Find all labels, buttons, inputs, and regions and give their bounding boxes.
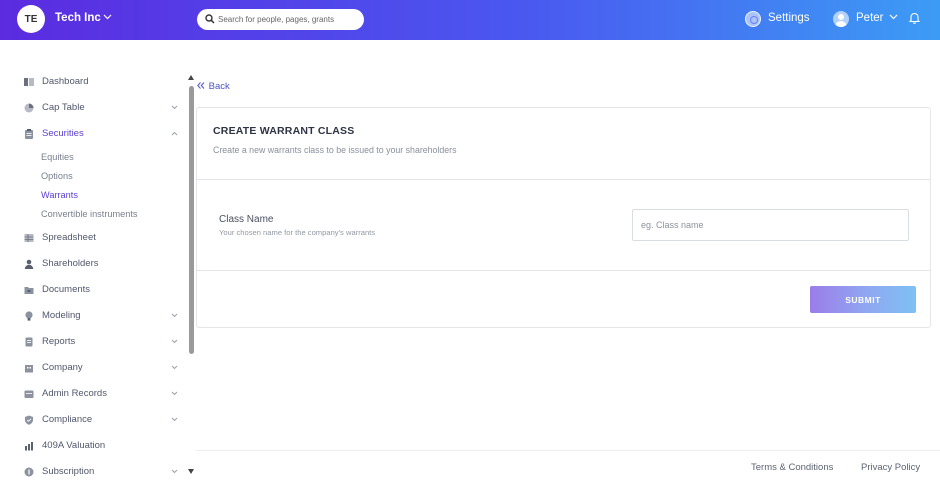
chevron-down-icon[interactable]: [171, 313, 178, 318]
chevron-down-icon[interactable]: [171, 339, 178, 344]
divider: [197, 179, 930, 180]
sidebar-item-securities[interactable]: Securities: [0, 126, 185, 144]
lightbulb-icon: [25, 311, 33, 321]
sidebar-item-compliance[interactable]: Compliance: [0, 412, 185, 430]
back-link[interactable]: Back: [197, 81, 230, 92]
sidebar-item-label: Shareholders: [42, 258, 99, 269]
sidebar-item-label: 409A Valuation: [42, 440, 106, 451]
spreadsheet-icon: [24, 234, 34, 242]
subscription-icon: [24, 467, 34, 477]
person-icon: [24, 259, 34, 269]
building-icon: [25, 365, 33, 373]
class-name-help-text: Your chosen name for the company's warra…: [219, 228, 376, 237]
footer-divider: [196, 450, 940, 451]
sidebar-subitem-warrants[interactable]: Warrants: [41, 190, 78, 200]
scrollbar-down-arrow[interactable]: [188, 469, 194, 474]
report-icon: [25, 337, 33, 347]
company-logo-avatar[interactable]: TE: [17, 5, 45, 33]
sidebar-item-label: Subscription: [42, 466, 95, 477]
sidebar-item-label: Spreadsheet: [42, 232, 96, 243]
chevron-up-icon[interactable]: [171, 131, 178, 136]
sidebar-item-label: Dashboard: [42, 76, 89, 87]
sidebar-subitem-convertible-instruments[interactable]: Convertible instruments: [41, 209, 138, 219]
settings-gear-icon[interactable]: [745, 11, 761, 27]
chevron-down-icon[interactable]: [171, 469, 178, 474]
sidebar-item-label: Admin Records: [42, 388, 107, 399]
bell-icon[interactable]: [909, 12, 920, 24]
chevron-down-icon[interactable]: [171, 365, 178, 370]
sidebar-item-reports[interactable]: Reports: [0, 334, 185, 352]
sidebar-item-shareholders[interactable]: Shareholders: [0, 256, 185, 274]
chevron-down-icon[interactable]: [889, 14, 898, 20]
search-bar[interactable]: [197, 9, 364, 30]
card-subtitle: Create a new warrants class to be issued…: [213, 145, 457, 155]
chevron-down-icon[interactable]: [171, 391, 178, 396]
double-chevron-left-icon: [197, 82, 205, 89]
sidebar-item-documents[interactable]: Documents: [0, 282, 185, 300]
sidebar-item-dashboard[interactable]: Dashboard: [0, 74, 185, 92]
sidebar-subitem-equities[interactable]: Equities: [41, 152, 74, 162]
sidebar-subitem-options[interactable]: Options: [41, 171, 73, 181]
user-menu-name[interactable]: Peter: [856, 12, 884, 24]
card-title: CREATE WARRANT CLASS: [213, 125, 355, 137]
chevron-down-icon[interactable]: [171, 105, 178, 110]
top-bar: TE Tech Inc Settings Peter: [0, 0, 940, 40]
sidebar-item-company[interactable]: Company: [0, 360, 185, 378]
class-name-input[interactable]: [632, 209, 909, 241]
sidebar-item-cap-table[interactable]: Cap Table: [0, 100, 185, 118]
sidebar-item-admin-records[interactable]: Admin Records: [0, 386, 185, 404]
search-input[interactable]: [218, 12, 358, 27]
sidebar-scrollbar-thumb[interactable]: [189, 86, 194, 354]
sidebar-item-subscription[interactable]: Subscription: [0, 464, 185, 482]
back-link-label: Back: [208, 81, 230, 92]
user-avatar-icon[interactable]: [833, 11, 849, 27]
sidebar-item-modeling[interactable]: Modeling: [0, 308, 185, 326]
bar-chart-icon: [25, 442, 33, 451]
privacy-policy-link[interactable]: Privacy Policy: [861, 462, 920, 473]
sidebar-item-spreadsheet[interactable]: Spreadsheet: [0, 230, 185, 248]
chevron-down-icon[interactable]: [103, 14, 112, 20]
terms-and-conditions-link[interactable]: Terms & Conditions: [751, 462, 833, 473]
settings-link[interactable]: Settings: [768, 12, 810, 24]
pie-chart-icon: [24, 103, 34, 113]
sidebar-item-label: Documents: [42, 284, 91, 295]
divider: [197, 270, 930, 271]
sidebar-item-label: Securities: [42, 128, 84, 139]
sidebar-item-label: Modeling: [42, 310, 81, 321]
company-name[interactable]: Tech Inc: [55, 12, 101, 24]
sidebar-item-label: Compliance: [42, 414, 93, 425]
records-icon: [24, 390, 34, 398]
sidebar-item-409a-valuation[interactable]: 409A Valuation: [0, 438, 185, 456]
create-warrant-class-card: CREATE WARRANT CLASS Create a new warran…: [196, 107, 931, 328]
scrollbar-up-arrow[interactable]: [188, 75, 194, 80]
sidebar-item-label: Reports: [42, 336, 76, 347]
class-name-label: Class Name: [219, 214, 274, 225]
search-icon: [205, 14, 215, 24]
shield-icon: [25, 415, 33, 425]
dashboard-icon: [24, 78, 34, 86]
chevron-down-icon[interactable]: [171, 417, 178, 422]
folder-icon: [24, 287, 34, 294]
submit-button[interactable]: SUBMIT: [810, 286, 916, 313]
clipboard-icon: [25, 129, 33, 139]
sidebar-item-label: Company: [42, 362, 83, 373]
sidebar-item-label: Cap Table: [42, 102, 85, 113]
